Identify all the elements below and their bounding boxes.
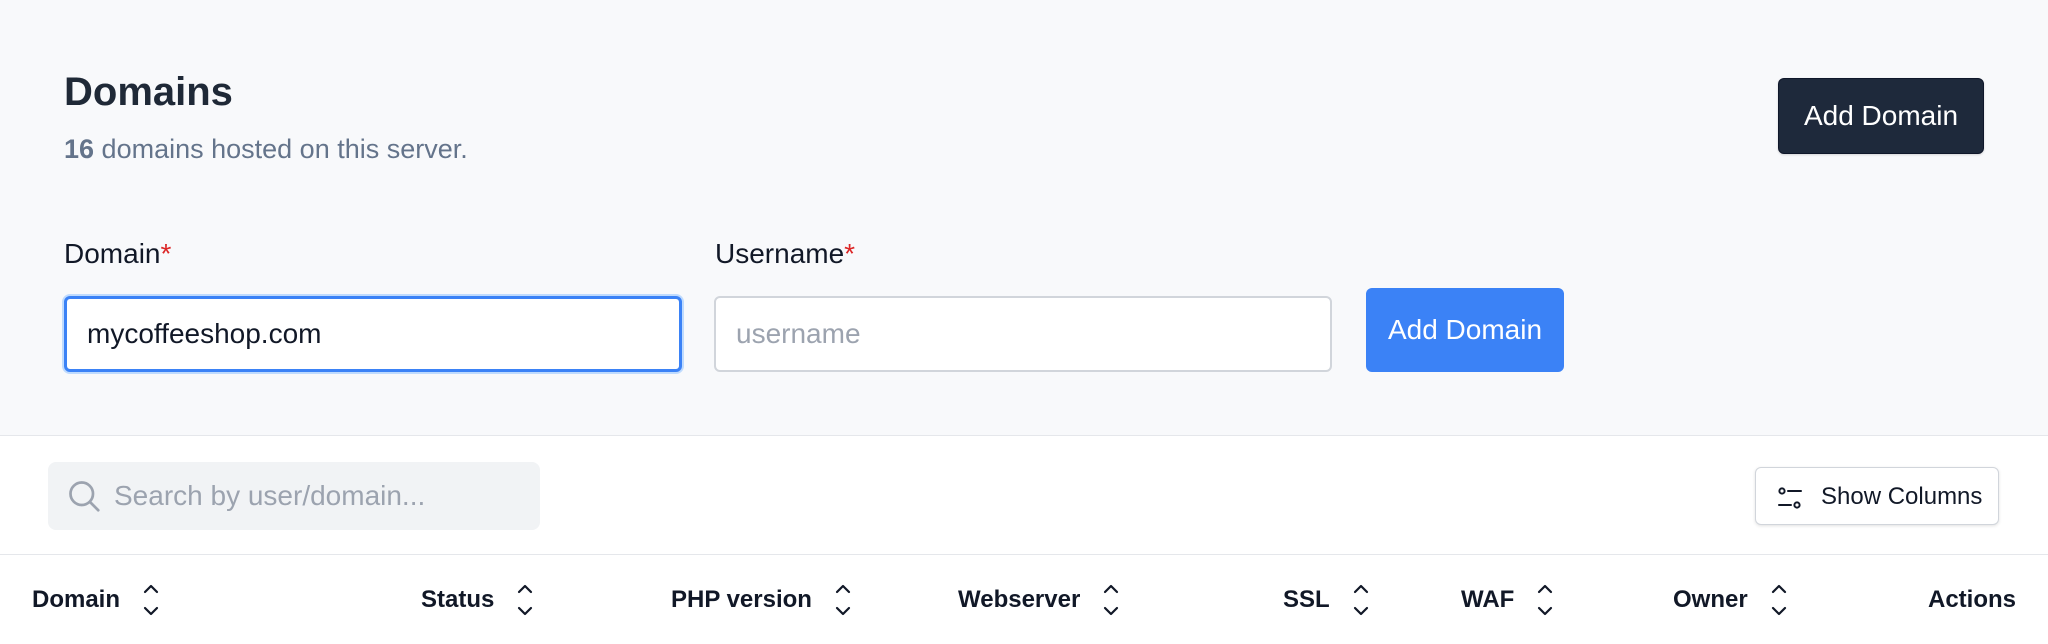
column-label: Webserver bbox=[958, 586, 1081, 613]
username-field-label: Username* bbox=[715, 237, 855, 271]
column-label: WAF bbox=[1461, 586, 1515, 613]
column-header-domain[interactable]: Domain bbox=[32, 580, 160, 620]
column-header-waf[interactable]: WAF bbox=[1461, 580, 1554, 620]
required-marker: * bbox=[160, 238, 172, 269]
column-header-ssl[interactable]: SSL bbox=[1283, 580, 1370, 620]
column-label: SSL bbox=[1283, 586, 1330, 613]
domains-count-suffix: domains hosted on this server. bbox=[94, 134, 468, 164]
column-label: PHP version bbox=[671, 586, 812, 613]
show-columns-label: Show Columns bbox=[1821, 483, 1983, 510]
domain-field-label: Domain* bbox=[64, 237, 171, 271]
sort-chevrons-icon[interactable] bbox=[834, 580, 852, 620]
table-divider bbox=[0, 554, 2048, 555]
sort-chevrons-icon[interactable] bbox=[142, 580, 160, 620]
add-domain-panel: Domains 16 domains hosted on this server… bbox=[0, 0, 2048, 436]
username-label-text: Username bbox=[715, 238, 845, 269]
column-label: Status bbox=[421, 586, 495, 613]
domains-count-text: 16 domains hosted on this server. bbox=[64, 132, 468, 166]
sort-chevrons-icon[interactable] bbox=[1102, 580, 1120, 620]
column-header-status[interactable]: Status bbox=[421, 580, 534, 620]
search-icon bbox=[69, 481, 100, 512]
username-input[interactable] bbox=[714, 296, 1332, 372]
column-header-webserver[interactable]: Webserver bbox=[958, 580, 1120, 620]
domain-label-text: Domain bbox=[64, 238, 161, 269]
domains-count: 16 bbox=[64, 134, 95, 164]
header-add-domain-button[interactable]: Add Domain bbox=[1778, 78, 1984, 154]
show-columns-button[interactable]: Show Columns bbox=[1755, 467, 1999, 525]
submit-add-domain-button[interactable]: Add Domain bbox=[1366, 288, 1564, 372]
adjustments-icon bbox=[1778, 487, 1802, 509]
column-header-php-version[interactable]: PHP version bbox=[671, 580, 852, 620]
domain-input[interactable] bbox=[64, 296, 682, 372]
sort-chevrons-icon[interactable] bbox=[516, 580, 534, 620]
column-label: Actions bbox=[1928, 586, 2017, 613]
sort-chevrons-icon[interactable] bbox=[1352, 580, 1370, 620]
search-box bbox=[48, 462, 540, 530]
required-marker: * bbox=[844, 238, 856, 269]
column-label: Domain bbox=[32, 586, 121, 613]
sort-chevrons-icon[interactable] bbox=[1536, 580, 1554, 620]
sort-chevrons-icon[interactable] bbox=[1770, 580, 1788, 620]
search-input[interactable] bbox=[114, 462, 524, 530]
column-header-actions: Actions bbox=[1928, 580, 2016, 620]
page-title: Domains bbox=[64, 70, 233, 114]
column-header-owner[interactable]: Owner bbox=[1673, 580, 1788, 620]
column-label: Owner bbox=[1673, 586, 1748, 613]
